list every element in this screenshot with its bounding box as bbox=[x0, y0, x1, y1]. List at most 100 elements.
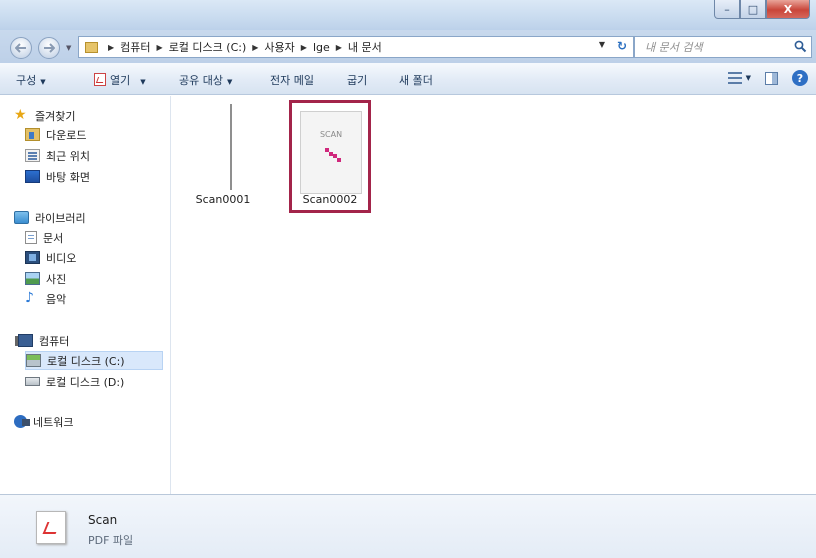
file-name: Scan0002 bbox=[302, 193, 358, 206]
breadcrumb-separator-icon[interactable]: ▶ bbox=[157, 43, 163, 52]
search-box[interactable]: 내 문서 검색 bbox=[634, 36, 812, 58]
sidebar-item-label: 로컬 디스크 (D:) bbox=[46, 375, 125, 389]
toolbar-right-group: ▼ ? bbox=[727, 70, 808, 86]
sidebar-item-favorites[interactable]: ★ 즐겨찾기 bbox=[14, 106, 75, 125]
file-thumbnail bbox=[230, 104, 232, 190]
details-pane: Scan PDF 파일 bbox=[0, 494, 816, 558]
file-item-scan0001[interactable]: Scan0001 bbox=[182, 100, 264, 213]
sidebar-item-documents[interactable]: 문서 bbox=[25, 228, 63, 247]
sidebar-item-drive-c[interactable]: 로컬 디스크 (C:) bbox=[25, 351, 163, 370]
sidebar-item-label: 바탕 화면 bbox=[46, 170, 90, 184]
desktop-icon bbox=[25, 170, 40, 183]
pictures-icon bbox=[25, 272, 40, 285]
drive-c-icon bbox=[26, 354, 41, 367]
sidebar-item-label: 비디오 bbox=[46, 251, 77, 265]
sidebar-item-label: 다운로드 bbox=[46, 128, 87, 142]
file-thumbnail: SCAN bbox=[300, 111, 362, 194]
view-options-icon bbox=[727, 72, 742, 84]
pdf-file-icon bbox=[36, 511, 66, 544]
download-folder-icon bbox=[25, 128, 40, 141]
music-icon: ♪ bbox=[25, 290, 34, 306]
sidebar-item-drive-d[interactable]: 로컬 디스크 (D:) bbox=[25, 372, 124, 391]
sidebar-item-recent-places[interactable]: 최근 위치 bbox=[25, 146, 90, 165]
search-input[interactable]: 내 문서 검색 bbox=[645, 39, 703, 55]
open-button[interactable]: 열기 ▼ bbox=[94, 72, 146, 88]
documents-icon bbox=[25, 231, 37, 244]
sidebar-item-libraries[interactable]: 라이브러리 bbox=[14, 208, 86, 227]
command-bar: 구성 ▼ 열기 ▼ 공유 대상 ▼ 전자 메일 굽기 새 폴더 ▼ ? bbox=[0, 63, 816, 95]
file-list: Scan0001 SCAN Scan0002 bbox=[172, 96, 816, 494]
folder-icon bbox=[85, 41, 98, 53]
breadcrumb: ▶ 컴퓨터 ▶ 로컬 디스크 (C:) ▶ 사용자 ▶ lge ▶ 내 문서 bbox=[102, 39, 382, 55]
sidebar-item-label: 사진 bbox=[46, 272, 67, 286]
sidebar-item-label: 음악 bbox=[46, 292, 67, 306]
breadcrumb-separator-icon[interactable]: ▶ bbox=[108, 43, 114, 52]
search-icon[interactable] bbox=[794, 40, 807, 56]
breadcrumb-separator-icon[interactable]: ▶ bbox=[336, 43, 342, 52]
breadcrumb-item-my-documents[interactable]: 내 문서 bbox=[348, 39, 382, 55]
address-history-dropdown-icon[interactable]: ▼ bbox=[599, 40, 605, 49]
library-icon bbox=[14, 211, 29, 224]
minimize-button[interactable]: – bbox=[714, 0, 740, 19]
sidebar-item-music[interactable]: ♪ 음악 bbox=[25, 289, 66, 308]
sidebar-item-label: 문서 bbox=[43, 231, 64, 245]
maximize-button[interactable]: □ bbox=[740, 0, 766, 19]
thumbnail-text: SCAN bbox=[319, 130, 343, 139]
window-controls: – □ X bbox=[714, 0, 810, 22]
navigation-pane: ★ 즐겨찾기 다운로드 최근 위치 바탕 화면 라이브러리 문서 비디오 사진 … bbox=[0, 96, 171, 494]
drive-d-icon bbox=[25, 377, 40, 386]
help-icon[interactable]: ? bbox=[792, 70, 808, 86]
title-bar: – □ X bbox=[0, 0, 816, 30]
breadcrumb-item-drive-c[interactable]: 로컬 디스크 (C:) bbox=[169, 39, 247, 55]
breadcrumb-separator-icon[interactable]: ▶ bbox=[301, 43, 307, 52]
new-folder-button[interactable]: 새 폴더 bbox=[399, 72, 433, 88]
star-icon: ★ bbox=[14, 107, 27, 123]
change-view-button[interactable]: ▼ bbox=[727, 72, 751, 84]
email-button[interactable]: 전자 메일 bbox=[270, 72, 314, 88]
breadcrumb-separator-icon[interactable]: ▶ bbox=[252, 43, 258, 52]
sidebar-item-label: 최근 위치 bbox=[46, 149, 90, 163]
chevron-down-icon: ▼ bbox=[40, 78, 46, 86]
sidebar-item-computer[interactable]: 컴퓨터 bbox=[14, 331, 69, 350]
open-label: 열기 bbox=[110, 74, 131, 87]
organize-label: 구성 bbox=[16, 74, 37, 87]
sidebar-item-network[interactable]: 네트워크 bbox=[14, 412, 73, 431]
preview-pane-icon[interactable] bbox=[765, 71, 778, 85]
organize-button[interactable]: 구성 ▼ bbox=[16, 72, 46, 88]
sidebar-item-label: 네트워크 bbox=[33, 415, 74, 429]
breadcrumb-item-user[interactable]: lge bbox=[313, 41, 330, 54]
recent-pages-dropdown-icon[interactable]: ▼ bbox=[66, 44, 71, 52]
recent-places-icon bbox=[25, 149, 40, 162]
sidebar-item-label: 로컬 디스크 (C:) bbox=[47, 354, 125, 368]
chevron-down-icon: ▼ bbox=[226, 78, 233, 86]
sidebar-item-label: 컴퓨터 bbox=[39, 334, 70, 348]
selected-file-name: Scan bbox=[88, 513, 118, 527]
refresh-icon[interactable]: ↻ bbox=[617, 39, 627, 53]
network-icon bbox=[14, 415, 30, 428]
chevron-down-icon[interactable]: ▼ bbox=[140, 78, 145, 86]
sidebar-item-pictures[interactable]: 사진 bbox=[25, 269, 66, 288]
scan-mark-icon bbox=[325, 148, 341, 162]
chevron-down-icon: ▼ bbox=[745, 74, 751, 82]
address-bar[interactable]: ▶ 컴퓨터 ▶ 로컬 디스크 (C:) ▶ 사용자 ▶ lge ▶ 내 문서 ▼… bbox=[78, 36, 634, 58]
back-arrow-icon bbox=[15, 43, 26, 53]
burn-button[interactable]: 굽기 bbox=[347, 72, 367, 88]
sidebar-item-videos[interactable]: 비디오 bbox=[25, 248, 76, 267]
sidebar-item-label: 즐겨찾기 bbox=[35, 109, 76, 123]
back-button[interactable] bbox=[10, 37, 32, 59]
pdf-icon bbox=[94, 73, 106, 86]
file-item-scan0002[interactable]: SCAN Scan0002 bbox=[289, 100, 371, 213]
share-label: 공유 대상 bbox=[179, 74, 223, 87]
file-name: Scan0001 bbox=[195, 193, 251, 206]
sidebar-item-desktop[interactable]: 바탕 화면 bbox=[25, 167, 90, 186]
share-button[interactable]: 공유 대상 ▼ bbox=[179, 72, 232, 88]
sidebar-item-label: 라이브러리 bbox=[35, 211, 86, 225]
close-button[interactable]: X bbox=[766, 0, 810, 19]
video-icon bbox=[25, 251, 40, 264]
computer-icon bbox=[15, 334, 33, 347]
selected-file-type: PDF 파일 bbox=[88, 534, 134, 547]
breadcrumb-item-users[interactable]: 사용자 bbox=[264, 39, 294, 55]
forward-button[interactable] bbox=[38, 37, 60, 59]
sidebar-item-downloads[interactable]: 다운로드 bbox=[25, 125, 86, 144]
breadcrumb-item-computer[interactable]: 컴퓨터 bbox=[120, 39, 150, 55]
